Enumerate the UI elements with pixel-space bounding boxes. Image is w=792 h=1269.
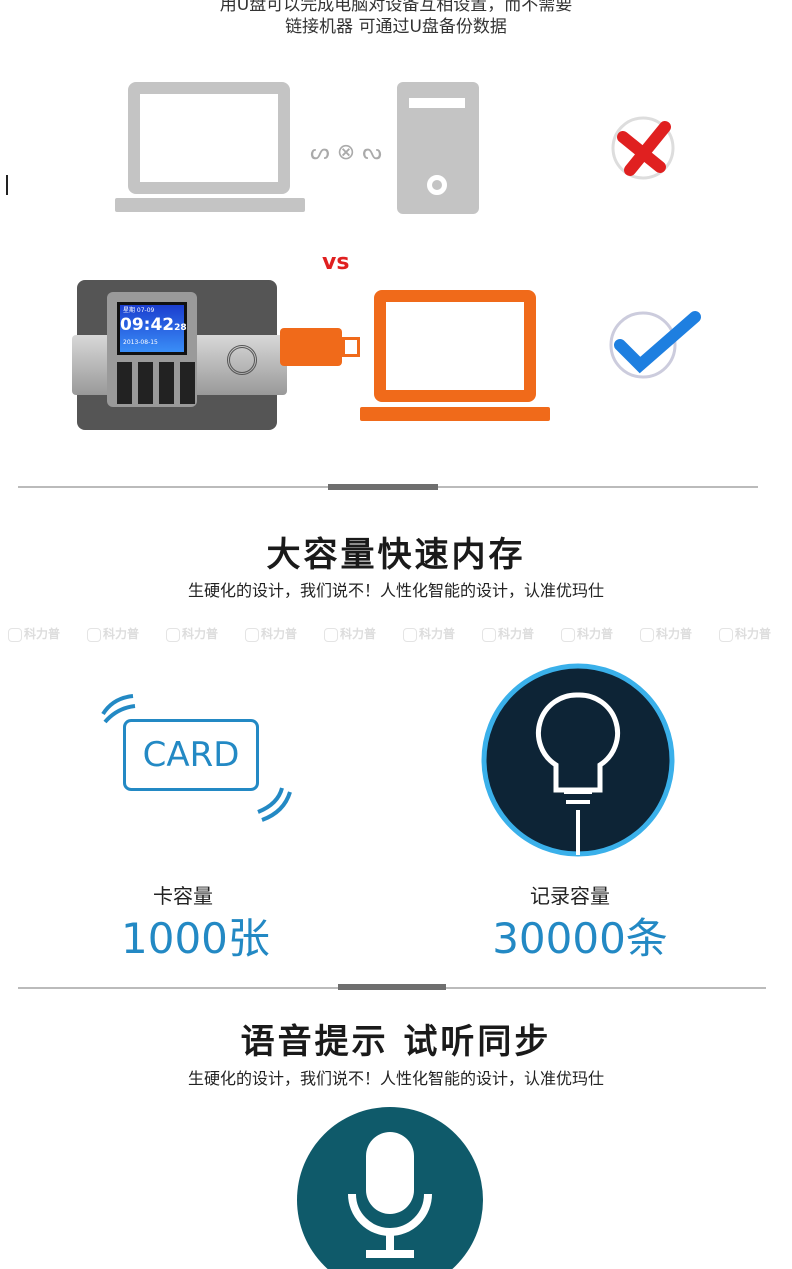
disconnected-cable-icon: ᔕ ⊗ ᔓ bbox=[310, 140, 382, 165]
microphone-icon bbox=[297, 1107, 483, 1269]
cross-icon bbox=[611, 116, 675, 180]
divider-accent bbox=[338, 984, 446, 990]
left-edge-mark bbox=[6, 175, 8, 195]
card-reader-icon bbox=[227, 345, 257, 375]
keypad bbox=[117, 362, 195, 404]
record-capacity-value: 30000条 bbox=[492, 914, 668, 963]
usb-drive-icon bbox=[280, 328, 362, 366]
memory-title: 大容量快速内存 bbox=[266, 535, 526, 575]
screen-header: 星期 07-09 bbox=[123, 307, 155, 314]
watermark: 科力普 bbox=[324, 625, 376, 642]
watermark: 科力普 bbox=[640, 625, 692, 642]
voice-subtitle: 生硬化的设计，我们说不！人性化智能的设计，认准优玛仕 bbox=[187, 1069, 604, 1088]
watermark: 科力普 bbox=[87, 625, 139, 642]
wireless-signal-icon bbox=[257, 787, 292, 822]
card-capacity-value: 1000张 bbox=[121, 914, 270, 963]
watermark: 科力普 bbox=[245, 625, 297, 642]
watermark: 科力普 bbox=[719, 625, 771, 642]
computer-tower-icon bbox=[397, 82, 479, 214]
screen-date: 2013-08-15 bbox=[123, 339, 158, 346]
watermark: 科力普 bbox=[8, 625, 60, 642]
attendance-device-image: 星期 07-09 09:4228 2013-08-15 bbox=[72, 280, 292, 435]
screen-time: 09:42 bbox=[120, 315, 175, 335]
laptop-orange-icon bbox=[360, 290, 550, 423]
watermark: 科力普 bbox=[482, 625, 534, 642]
intro-line-2: 链接机器 可通过U盘备份数据 bbox=[285, 17, 507, 37]
watermark: 科力普 bbox=[166, 625, 218, 642]
vs-label: vs bbox=[322, 250, 350, 275]
screen-seconds: 28 bbox=[174, 323, 187, 333]
voice-title: 语音提示 试听同步 bbox=[240, 1022, 552, 1062]
memory-subtitle: 生硬化的设计，我们说不！人性化智能的设计，认准优玛仕 bbox=[187, 581, 604, 600]
check-icon bbox=[609, 311, 701, 379]
watermark: 科力普 bbox=[403, 625, 455, 642]
lightbulb-icon bbox=[481, 663, 675, 857]
watermark: 科力普 bbox=[561, 625, 613, 642]
card-badge: CARD bbox=[123, 719, 259, 791]
divider-accent bbox=[328, 484, 438, 490]
laptop-gray-icon bbox=[115, 82, 305, 214]
